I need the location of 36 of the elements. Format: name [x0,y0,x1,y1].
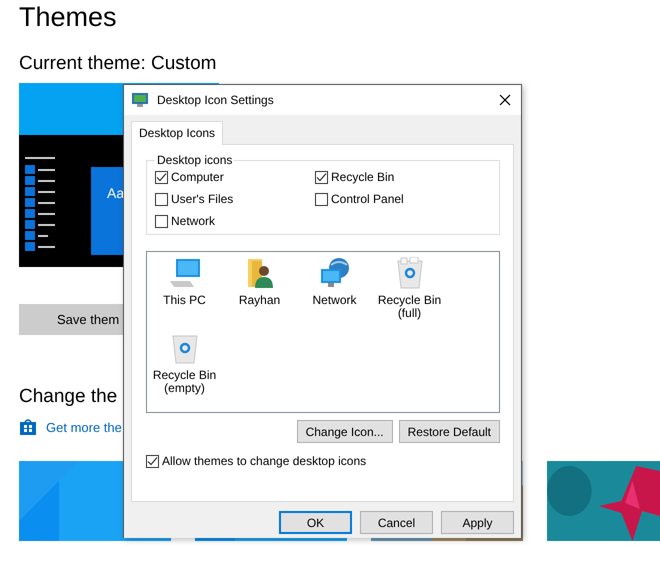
change-theme-heading: Change the [19,386,118,409]
dialog-title: Desktop Icon Settings [157,93,275,107]
computer-icon[interactable] [168,257,202,289]
current-theme-heading: Current theme: Custom [19,53,216,76]
icon-label: Rayhan [238,294,280,307]
get-more-themes-link[interactable]: Get more the [46,420,122,434]
group-label: Desktop icons [156,153,234,167]
icon-label: Network [312,294,356,307]
icon-label: Recycle Bin (full) [378,294,442,320]
change-icon-button[interactable]: Change Icon... [296,420,393,443]
network-globe-icon[interactable] [318,257,350,289]
icon-label: This PC [163,294,206,307]
icon-label: Recycle Bin (empty) [152,369,216,395]
tab[interactable]: Desktop Icons [131,121,224,145]
restore-default-button[interactable]: Restore Default [398,420,500,443]
full-recycle-bin-icon[interactable] [396,257,424,289]
sample-text: Aa [107,185,124,201]
checkbox[interactable] [155,214,168,228]
checkbox[interactable] [155,192,168,206]
checkbox[interactable] [315,192,328,206]
page-title: Themes [19,1,118,34]
checkbox-label: Control Panel [331,192,404,206]
dialog-button[interactable]: Cancel [360,511,433,534]
checkbox[interactable] [146,454,159,468]
monitor-icon [131,92,149,108]
checkbox[interactable] [315,170,328,184]
dialog-button[interactable]: OK [279,511,352,534]
store-bag-icon [19,418,37,436]
checkbox-label: User's Files [171,192,234,206]
dialog-button[interactable]: Apply [441,511,514,534]
checkbox[interactable] [155,170,168,184]
checkbox-label: Network [171,214,216,228]
close-icon[interactable] [499,94,511,106]
checkbox-label: Computer [171,170,224,184]
checkbox-label: Allow themes to change desktop icons [162,454,366,468]
checkbox-label: Recycle Bin [331,170,394,184]
